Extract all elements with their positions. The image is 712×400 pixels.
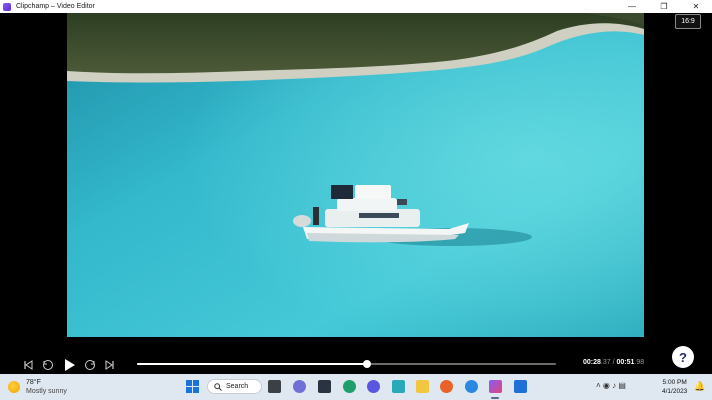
- editor-icon[interactable]: [514, 380, 527, 393]
- notification-bell-icon[interactable]: 🔔: [694, 381, 705, 392]
- total-time-fraction: .98: [634, 359, 645, 366]
- clipchamp-window: Clipchamp – Video Editor — ❐ ✕ 16:9 00:2…: [0, 0, 712, 400]
- current-time: 00:28: [583, 359, 601, 366]
- taskbar-clock[interactable]: 5:00 PM 4/1/2023: [662, 378, 687, 396]
- search-icon: [214, 382, 222, 391]
- folder-icon[interactable]: [416, 380, 429, 393]
- close-button[interactable]: ✕: [680, 0, 712, 13]
- task-view-icon[interactable]: [268, 380, 281, 393]
- window-title: Clipchamp – Video Editor: [16, 3, 95, 10]
- restore-button[interactable]: ❐: [648, 0, 680, 13]
- clipchamp-icon[interactable]: [489, 380, 502, 393]
- playhead-handle[interactable]: [363, 360, 372, 368]
- forward-5-icon[interactable]: [83, 358, 97, 372]
- file-explorer-icon[interactable]: [318, 380, 331, 393]
- window-controls: — ❐ ✕: [616, 0, 712, 13]
- video-preview[interactable]: [67, 13, 644, 337]
- timecode-display: 00:28.37 / 00:51.98: [583, 359, 644, 366]
- player-controls: 00:28.37 / 00:51.98 ?: [0, 346, 712, 374]
- weather-widget[interactable]: 78°F Mostly sunny: [8, 378, 67, 396]
- clock-time: 5:00 PM: [662, 379, 687, 386]
- timeline-progress: [137, 363, 368, 365]
- aspect-ratio-button[interactable]: 16:9: [675, 14, 701, 29]
- title-bar: Clipchamp – Video Editor — ❐ ✕: [0, 0, 712, 13]
- sun-icon: [8, 381, 20, 393]
- total-time: 00:51: [616, 359, 635, 366]
- weather-text: 78°F Mostly sunny: [26, 378, 67, 396]
- active-app-indicator: [491, 397, 499, 399]
- edge-icon[interactable]: [343, 380, 356, 393]
- skip-back-icon[interactable]: [21, 358, 35, 372]
- preview-stage: 16:9: [0, 13, 712, 355]
- cortana-icon[interactable]: [367, 380, 380, 393]
- clipchamp-app-icon: [3, 2, 11, 11]
- rewind-5-icon[interactable]: [41, 358, 55, 372]
- current-time-fraction: .37: [600, 359, 611, 366]
- taskbar-search[interactable]: Search: [207, 379, 262, 394]
- photos-icon[interactable]: [465, 380, 478, 393]
- windows-taskbar: 78°F Mostly sunny Search ˄ ◉ ♪ ▤ 5:00 PM…: [0, 374, 712, 400]
- video-frame-image: [67, 13, 644, 337]
- chat-icon[interactable]: [293, 380, 306, 393]
- firefox-icon[interactable]: [440, 380, 453, 393]
- skip-forward-icon[interactable]: [103, 358, 117, 372]
- store-icon[interactable]: [392, 380, 405, 393]
- minimize-button[interactable]: —: [616, 0, 648, 13]
- help-button[interactable]: ?: [672, 346, 694, 368]
- search-label: Search: [226, 383, 249, 390]
- weather-temperature: 78°F: [26, 379, 41, 386]
- clock-date: 4/1/2023: [662, 388, 688, 395]
- weather-description: Mostly sunny: [26, 388, 67, 395]
- windows-start-icon[interactable]: [186, 380, 199, 393]
- play-icon[interactable]: [62, 358, 76, 372]
- timeline-scrubber[interactable]: [137, 360, 556, 368]
- system-tray[interactable]: ˄ ◉ ♪ ▤: [596, 381, 626, 390]
